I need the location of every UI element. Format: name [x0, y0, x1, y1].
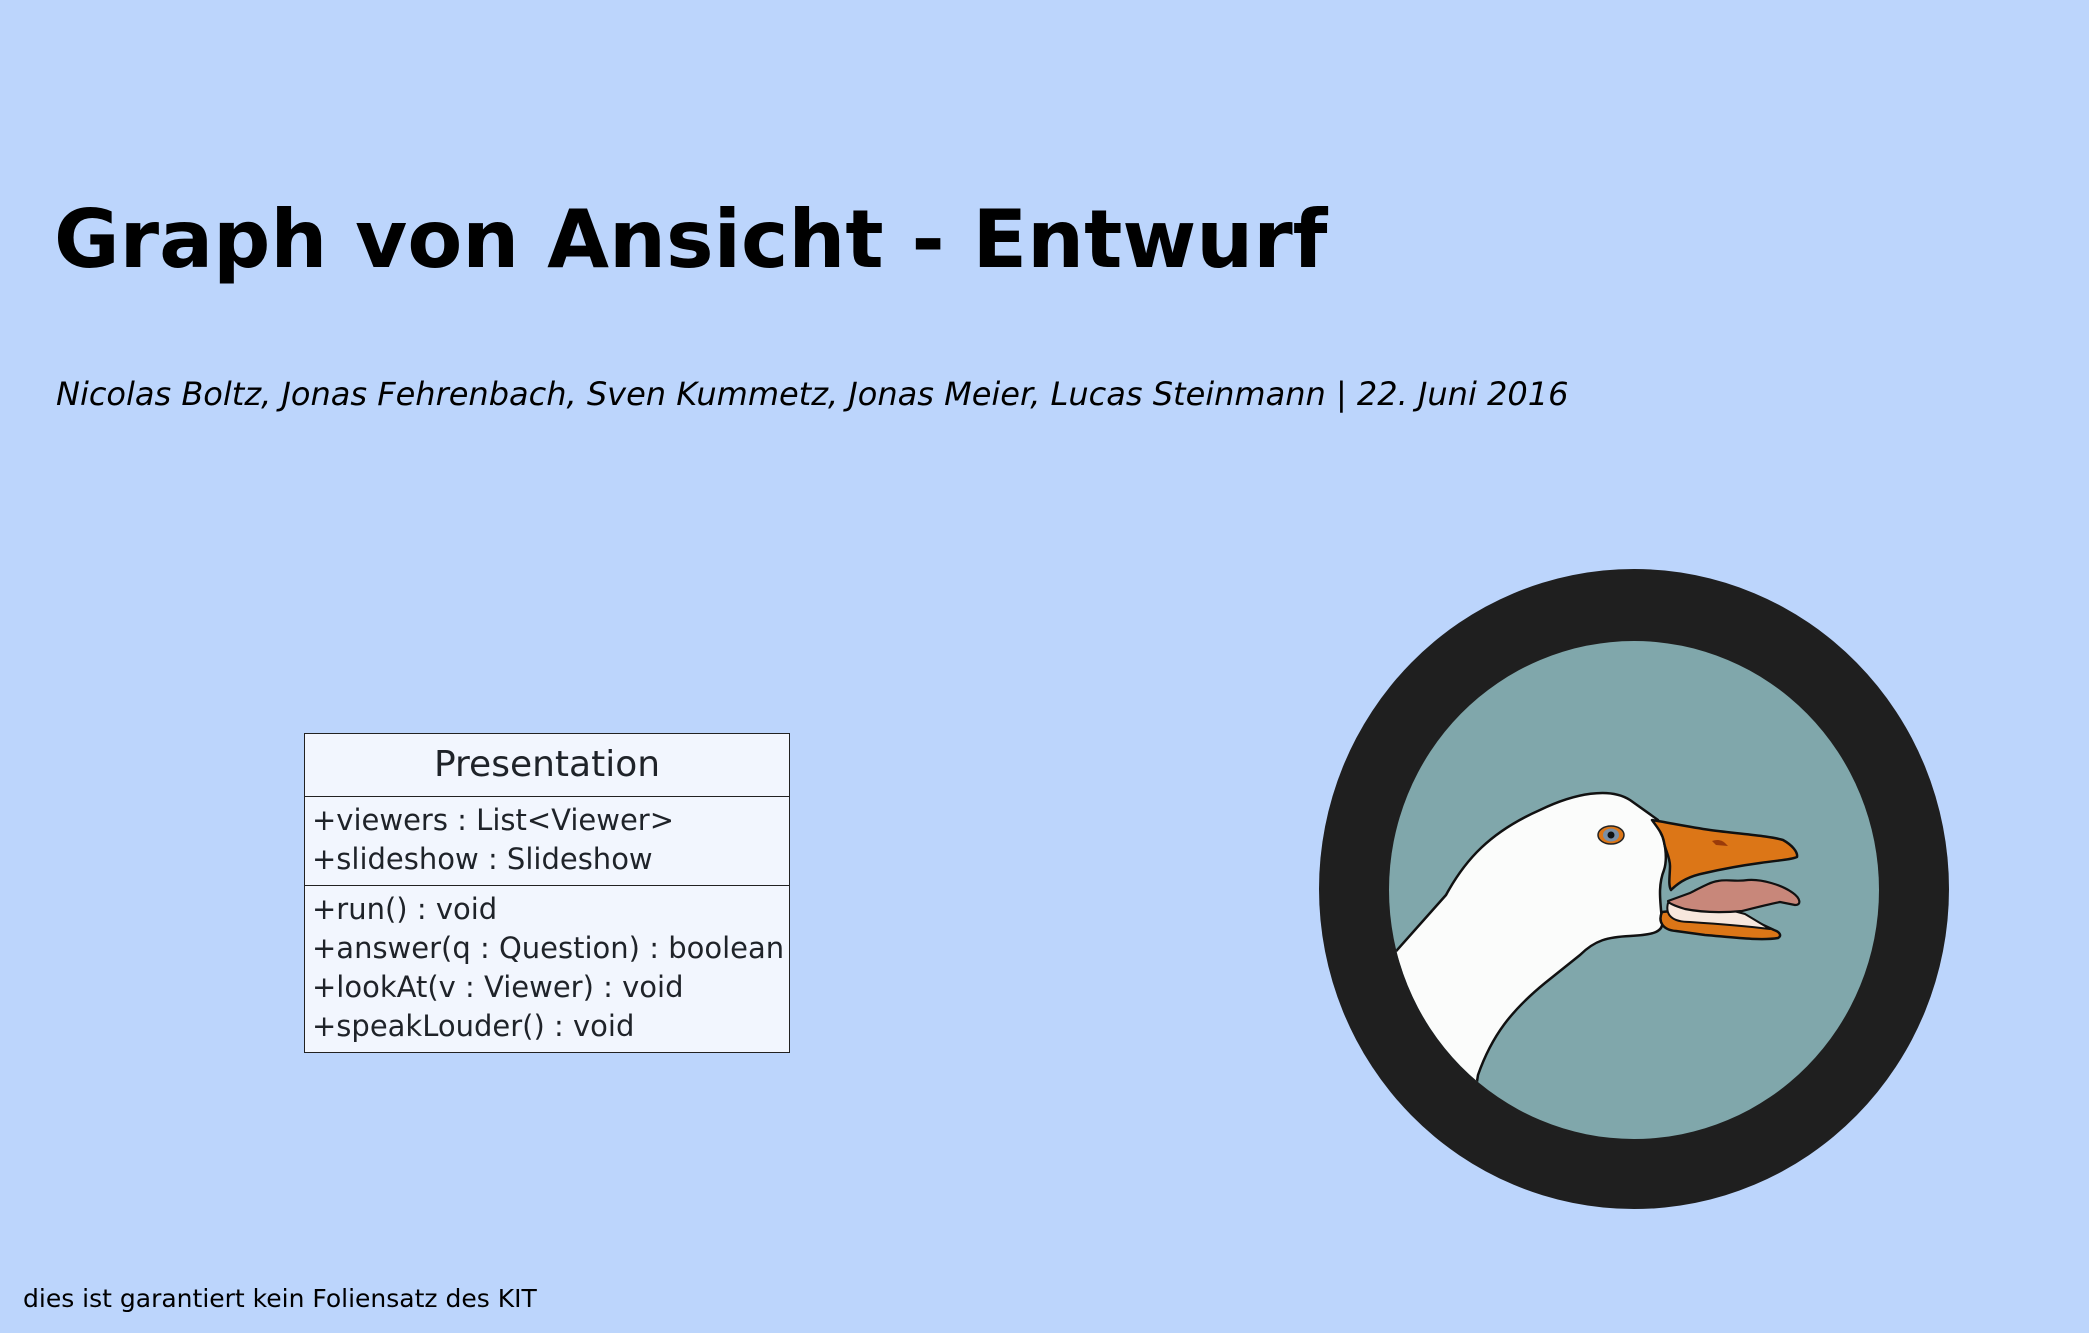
uml-class-name: Presentation	[305, 734, 789, 797]
uml-attribute: +viewers : List<Viewer>	[312, 803, 675, 837]
goose-pupil	[1607, 831, 1615, 839]
uml-method: +answer(q : Question) : boolean	[312, 931, 785, 965]
slide-title: Graph von Ansicht - Entwurf	[54, 193, 1328, 286]
uml-methods-section: +run() : void +answer(q : Question) : bo…	[305, 885, 789, 1052]
uml-method: +run() : void	[312, 892, 498, 926]
goose-head-icon	[1319, 569, 1949, 1209]
uml-attribute: +slideshow : Slideshow	[312, 842, 653, 876]
uml-attributes-section: +viewers : List<Viewer> +slideshow : Sli…	[305, 797, 789, 885]
uml-method: +lookAt(v : Viewer) : void	[312, 970, 684, 1004]
slide-subtitle: Nicolas Boltz, Jonas Fehrenbach, Sven Ku…	[56, 375, 1569, 413]
slide-footer: dies ist garantiert kein Foliensatz des …	[23, 1284, 537, 1313]
uml-method: +speakLouder() : void	[312, 1009, 635, 1043]
uml-class-box: Presentation +viewers : List<Viewer> +sl…	[304, 733, 790, 1053]
